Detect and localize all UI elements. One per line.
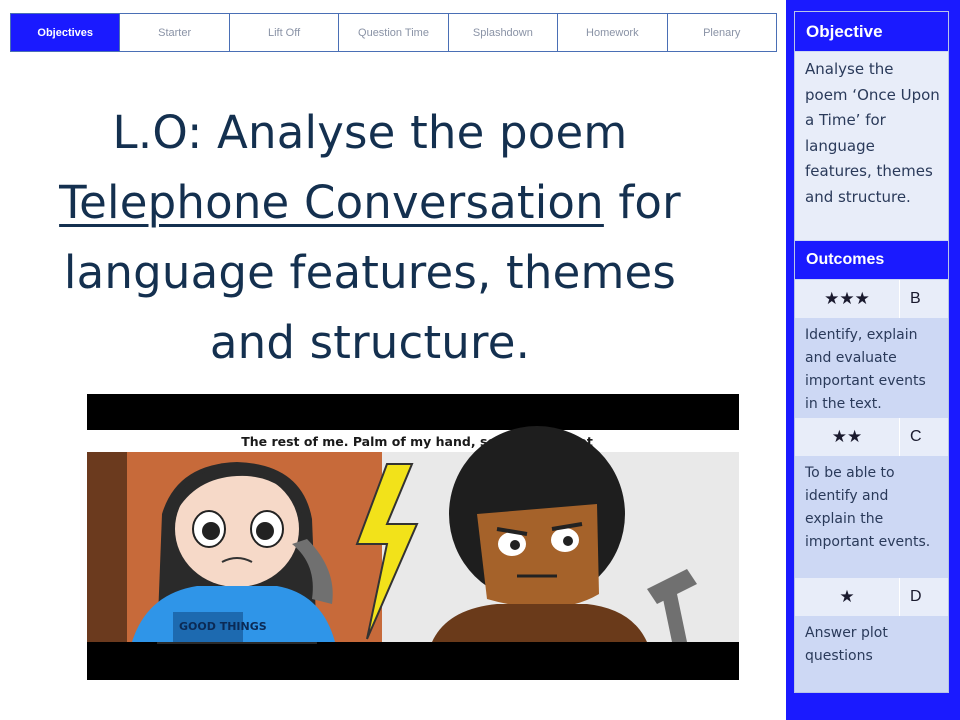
lo-prefix: L.O: Analyse the poem — [112, 106, 628, 159]
tab-lift-off[interactable]: Lift Off — [230, 14, 340, 51]
learning-objective: L.O: Analyse the poem Telephone Conversa… — [20, 98, 720, 378]
video-frame[interactable]: The rest of me. Palm of my hand, soles o… — [87, 394, 739, 680]
grade-b: B — [910, 290, 921, 307]
tab-splashdown[interactable]: Splashdown — [449, 14, 559, 51]
outcome-row-c: ★★ C — [795, 418, 948, 456]
one-star-icon: ★ — [795, 578, 900, 616]
outcome-row-d: ★ D — [795, 578, 948, 616]
tab-question-time[interactable]: Question Time — [339, 14, 449, 51]
outcome-d-text: Answer plot questions — [795, 617, 948, 692]
cartoon-illustration: The rest of me. Palm of my hand, soles o… — [87, 426, 739, 644]
outcomes-header: Outcomes — [795, 241, 948, 279]
grade-c: C — [910, 428, 922, 445]
objective-text: Analyse the poem ‘Once Upon a Time’ for … — [795, 52, 948, 240]
objective-header: Objective — [795, 12, 948, 51]
outcome-b-text: Identify, explain and evaluate important… — [795, 319, 948, 417]
top-nav: Objectives Starter Lift Off Question Tim… — [10, 13, 777, 52]
grade-d: D — [910, 588, 922, 605]
two-star-icon: ★★ — [795, 418, 900, 456]
outcome-c-text: To be able to identify and explain the i… — [795, 457, 948, 577]
shirt-text: GOOD THINGS — [179, 620, 267, 633]
tab-starter[interactable]: Starter — [120, 14, 230, 51]
tab-homework[interactable]: Homework — [558, 14, 668, 51]
poem-title: Telephone Conversation — [59, 176, 604, 229]
tab-plenary[interactable]: Plenary — [668, 14, 776, 51]
objectives-card: Objective Analyse the poem ‘Once Upon a … — [794, 11, 949, 693]
tab-objectives[interactable]: Objectives — [11, 14, 121, 51]
three-star-icon: ★★★ — [795, 280, 900, 318]
outcome-row-b: ★★★ B — [795, 280, 948, 318]
